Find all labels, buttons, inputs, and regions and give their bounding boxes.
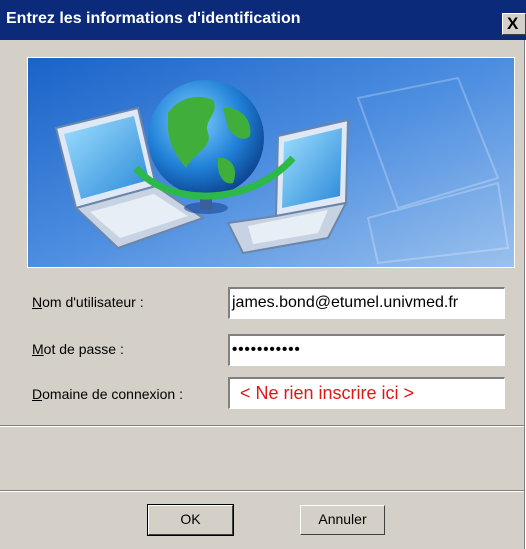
ok-button[interactable]: OK (147, 504, 234, 536)
separator-top (0, 425, 524, 427)
username-label: Nom d'utilisateur : (32, 294, 144, 310)
domain-field[interactable]: < Ne rien inscrire ici > (228, 377, 505, 409)
credentials-dialog: Entrez les informations d'identification… (0, 0, 526, 549)
username-field[interactable]: james.bond@etumel.univmed.fr (228, 287, 505, 319)
close-button[interactable]: X (502, 13, 526, 35)
banner-illustration (28, 58, 514, 267)
close-icon: X (507, 14, 519, 33)
separator-bottom (0, 490, 524, 492)
network-banner (27, 57, 515, 268)
title-bar: Entrez les informations d'identification… (0, 0, 526, 40)
domain-label: Domaine de connexion : (32, 386, 183, 402)
password-field[interactable]: ••••••••••• (228, 334, 505, 366)
cancel-button[interactable]: Annuler (300, 505, 385, 535)
dialog-title: Entrez les informations d'identification (6, 10, 301, 27)
password-label: Mot de passe : (32, 341, 124, 357)
